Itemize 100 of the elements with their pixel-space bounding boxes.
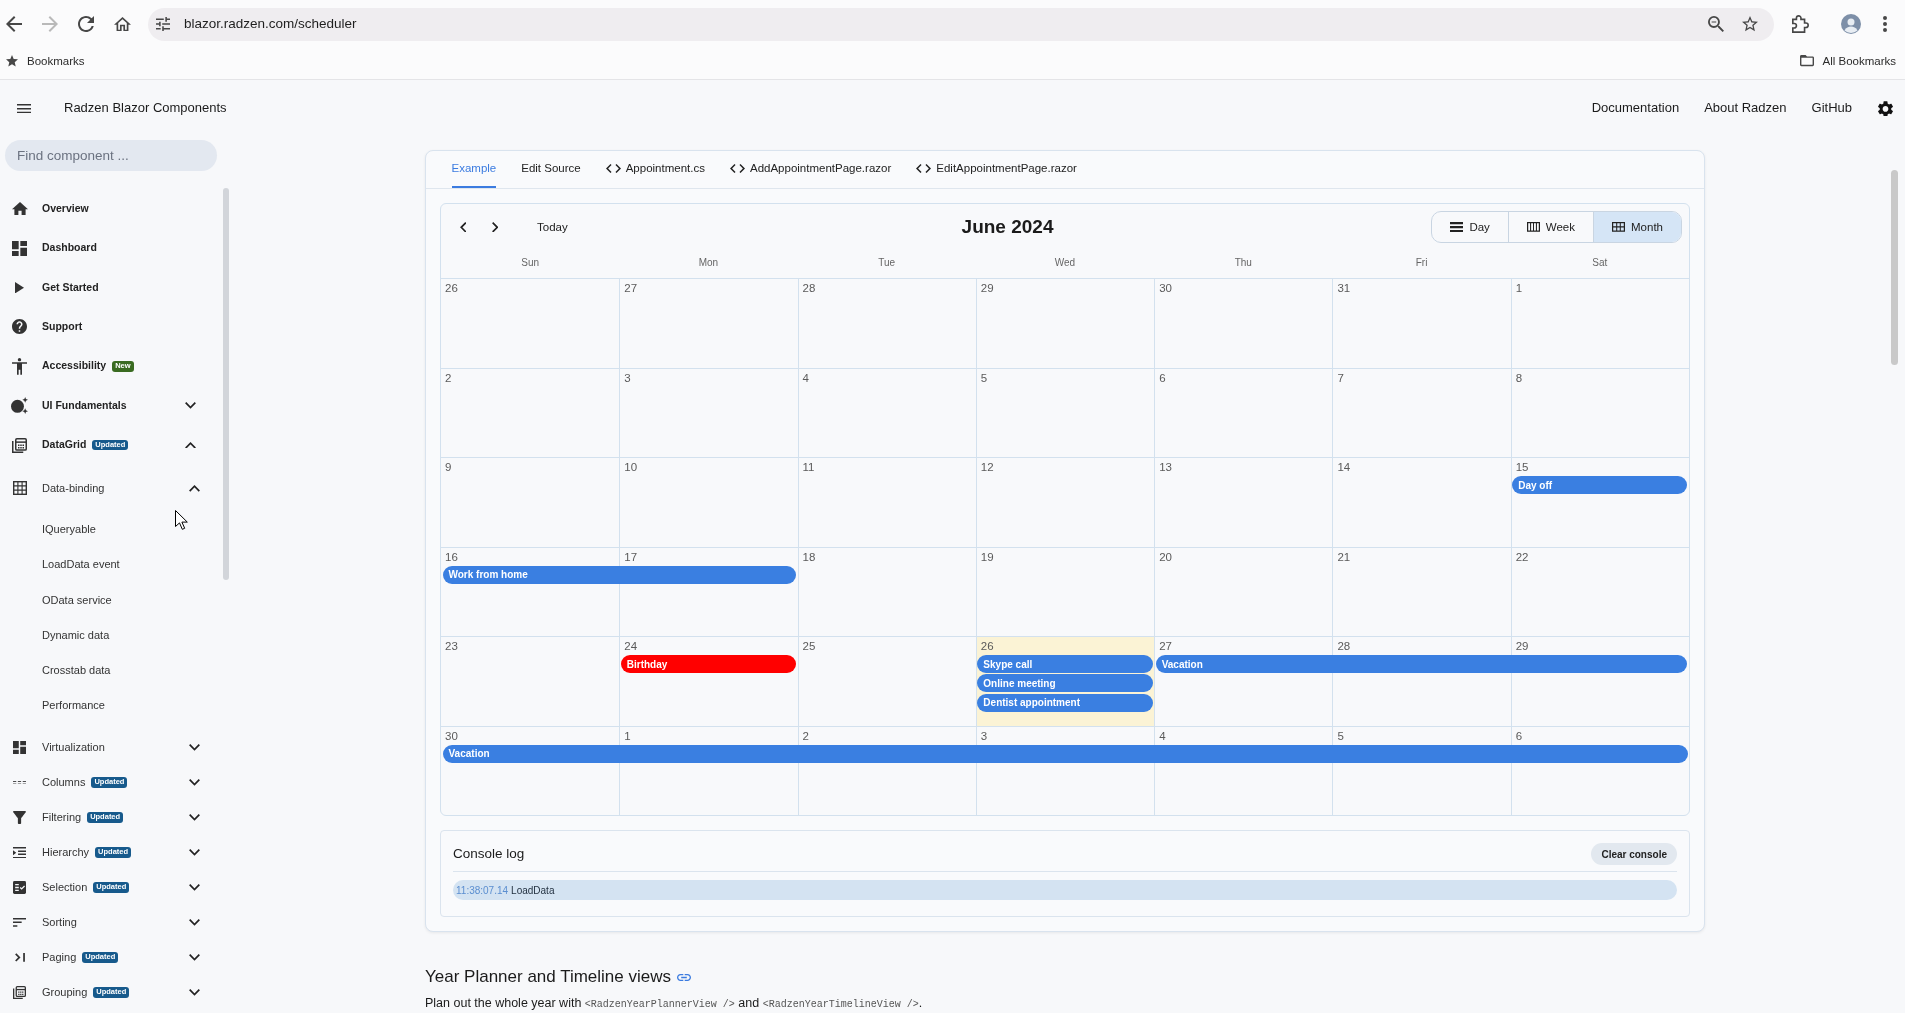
puzzle-icon [1791, 15, 1809, 33]
tab[interactable]: Example [451, 151, 497, 188]
tiles-icon [12, 240, 27, 256]
nav-link[interactable]: Documentation [1591, 100, 1680, 117]
code-icon [605, 164, 621, 173]
day-number: 3 [624, 371, 631, 384]
day-number: 22 [1515, 550, 1529, 563]
sidebar-item[interactable]: Sorting [0, 904, 222, 940]
day-number: 8 [1515, 371, 1523, 384]
indent-list-icon [13, 846, 26, 859]
appointment[interactable]: Skype call [977, 655, 1153, 673]
day-number: 2 [802, 729, 809, 742]
day-number: 30 [445, 729, 458, 742]
weekday-label: Thu [1233, 255, 1253, 269]
nav-link[interactable]: GitHub [1811, 100, 1852, 117]
sidebar-item[interactable]: Support [0, 307, 222, 347]
appointment[interactable]: Online meeting [977, 674, 1153, 693]
day-number: 1 [624, 729, 631, 742]
day-number: 18 [802, 550, 816, 563]
sidebar-item[interactable]: Dynamic data [0, 617, 222, 653]
filter-icon [13, 810, 26, 824]
url-text[interactable]: blazor.radzen.com/scheduler [184, 15, 357, 33]
nav-link[interactable]: About Radzen [1704, 100, 1787, 117]
today-button[interactable]: Today [521, 211, 584, 243]
sidebar-item[interactable]: Data-binding [0, 470, 222, 506]
settings-icon [1877, 100, 1893, 117]
sidebar-item[interactable]: IQueryable [0, 511, 222, 547]
tab[interactable]: EditAppointmentPage.razor [916, 151, 1077, 188]
day-number: 24 [624, 640, 638, 652]
sort-icon [13, 918, 26, 927]
appointment[interactable]: Birthday [620, 655, 797, 673]
day-number: 9 [445, 461, 452, 473]
cursor-icon [175, 510, 189, 530]
zoom-button[interactable] [1706, 14, 1726, 34]
day-number: 29 [980, 282, 994, 294]
day-number: 27 [624, 282, 638, 294]
bookmarks-button[interactable]: Bookmarks [4, 53, 87, 69]
sidebar-item[interactable]: Performance [0, 687, 222, 723]
tiles-icon [13, 740, 26, 754]
day-number: 1 [1515, 282, 1523, 294]
chevron-left-icon [459, 221, 467, 233]
all-bookmarks-button[interactable]: All Bookmarks [1797, 53, 1898, 69]
day-number: 3 [980, 729, 988, 742]
sidebar-item[interactable]: LoadData event [0, 546, 222, 583]
appointment[interactable]: Vacation [1155, 655, 1688, 673]
address-bar[interactable]: blazor.radzen.com/scheduler [148, 7, 1774, 41]
log-time: 11:38:07.14 [456, 883, 509, 897]
scrollbar-thumb[interactable] [1891, 170, 1898, 365]
weekday-label: Mon [697, 255, 720, 269]
section-heading: Year Planner and Timeline views [425, 965, 671, 988]
lines-icon [1450, 221, 1464, 233]
appointment[interactable]: Work from home [442, 565, 797, 584]
columns-icon [1526, 222, 1540, 232]
sidebar-item[interactable]: Overview [0, 189, 222, 229]
day-number: 19 [980, 550, 994, 563]
tab[interactable]: Appointment.cs [605, 151, 705, 188]
day-number: 26 [980, 640, 994, 652]
grid-icon [1612, 222, 1626, 232]
day-number: 30 [1159, 282, 1172, 294]
calendar-title: June 2024 [960, 214, 1055, 239]
sidebar-item[interactable]: Get Started [0, 267, 222, 308]
day-number: 26 [445, 282, 458, 294]
star-icon [6, 55, 18, 67]
day-number: 2 [445, 371, 452, 384]
weekday-label: Fri [1414, 255, 1429, 269]
appointment[interactable]: Vacation [442, 744, 1688, 763]
view-button[interactable]: Day [1432, 212, 1508, 242]
day-number: 4 [1159, 729, 1166, 742]
paragraph: Plan out the whole year with <RadzenYearPlannerView /> and <RadzenYearTimelineView />. [425, 995, 924, 1012]
clear-console-button[interactable]: Clear console [1591, 843, 1677, 865]
day-number: 11 [802, 461, 815, 473]
sidebar-item[interactable]: Virtualization [0, 729, 222, 765]
weekday-label: Sat [1591, 255, 1609, 269]
sidebar-item[interactable]: Crosstab data [0, 652, 222, 688]
sparkle-circle-icon [11, 397, 28, 415]
kebab-menu-icon [1883, 16, 1887, 32]
bookmark-star-button[interactable] [1740, 14, 1760, 34]
day-number: 6 [1515, 729, 1523, 742]
scrollbar-thumb[interactable] [223, 188, 229, 580]
log-message: LoadData [511, 883, 555, 897]
anchor-link[interactable] [677, 973, 691, 981]
star-outline-icon [1742, 16, 1758, 32]
app-title: Radzen Blazor Components [64, 100, 227, 117]
weekday-label: Wed [1053, 255, 1077, 269]
tab[interactable]: AddAppointmentPage.razor [729, 151, 892, 188]
view-button[interactable]: Month [1593, 212, 1681, 242]
day-number: 25 [802, 640, 816, 652]
sidebar-item[interactable]: Dashboard [0, 228, 222, 268]
back-arrow-icon [6, 16, 22, 32]
search-field[interactable]: Find component ... [5, 140, 217, 171]
day-number: 28 [802, 282, 816, 294]
stacked-grid-icon [13, 985, 26, 999]
tab[interactable]: Edit Source [521, 151, 581, 188]
chevron-bar-icon [14, 952, 25, 962]
sidebar-item[interactable]: UI Fundamentals [0, 385, 222, 426]
day-number: 17 [624, 550, 638, 563]
sidebar-item[interactable]: OData service [0, 582, 222, 618]
day-number: 13 [1159, 461, 1172, 473]
weekday-label: Sun [520, 255, 541, 269]
appointment[interactable]: Day off [1512, 476, 1688, 494]
